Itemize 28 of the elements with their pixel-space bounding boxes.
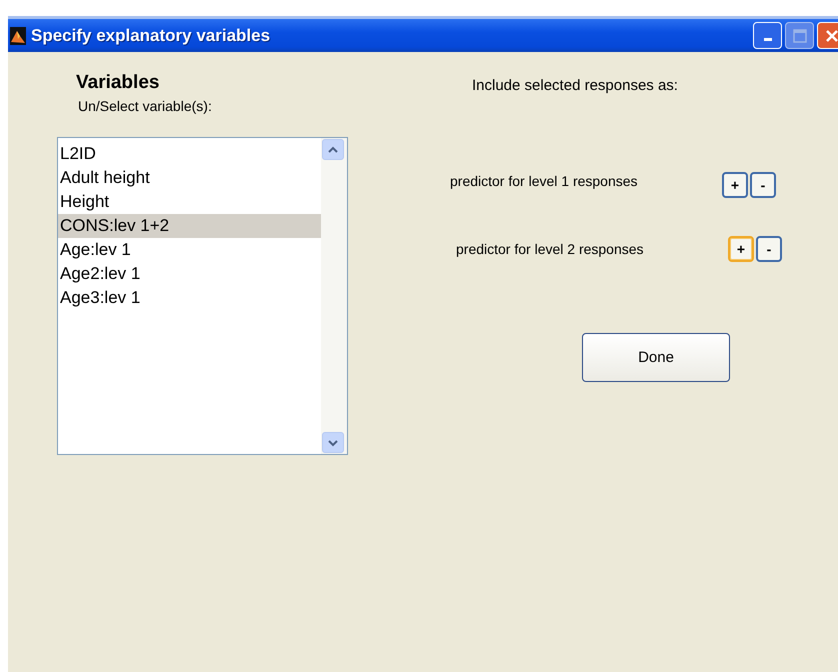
predictor-label: predictor for level 2 responses <box>456 241 645 257</box>
add-button[interactable]: + <box>722 172 748 198</box>
window-title: Specify explanatory variables <box>31 26 270 46</box>
variable-item[interactable]: Age3:lev 1 <box>58 286 321 310</box>
chevron-up-icon <box>328 146 338 154</box>
variable-item[interactable]: L2ID <box>58 142 321 166</box>
scroll-up-button[interactable] <box>322 139 344 160</box>
maximize-icon <box>792 28 806 42</box>
app-logo-icon <box>10 26 26 44</box>
minimize-button[interactable] <box>753 22 782 49</box>
variables-heading: Variables <box>76 72 160 94</box>
variable-item[interactable]: Height <box>58 190 321 214</box>
variable-item[interactable]: Adult height <box>58 166 321 190</box>
chevron-down-icon <box>328 438 338 446</box>
variable-item[interactable]: Age:lev 1 <box>58 238 321 262</box>
remove-button[interactable]: - <box>756 236 782 262</box>
done-button[interactable]: Done <box>582 333 730 382</box>
close-button[interactable] <box>817 22 838 49</box>
scroll-down-button[interactable] <box>322 432 344 453</box>
predictor-label: predictor for level 1 responses <box>450 173 639 189</box>
variable-item[interactable]: CONS:lev 1+2 <box>58 214 321 238</box>
minimize-icon <box>764 38 772 41</box>
close-icon <box>824 28 838 42</box>
include-heading: Include selected responses as: <box>472 77 679 94</box>
add-button[interactable]: + <box>728 236 754 262</box>
variables-subtitle: Un/Select variable(s): <box>78 98 213 114</box>
remove-button[interactable]: - <box>750 172 776 198</box>
variable-item[interactable]: Age2:lev 1 <box>58 262 321 286</box>
